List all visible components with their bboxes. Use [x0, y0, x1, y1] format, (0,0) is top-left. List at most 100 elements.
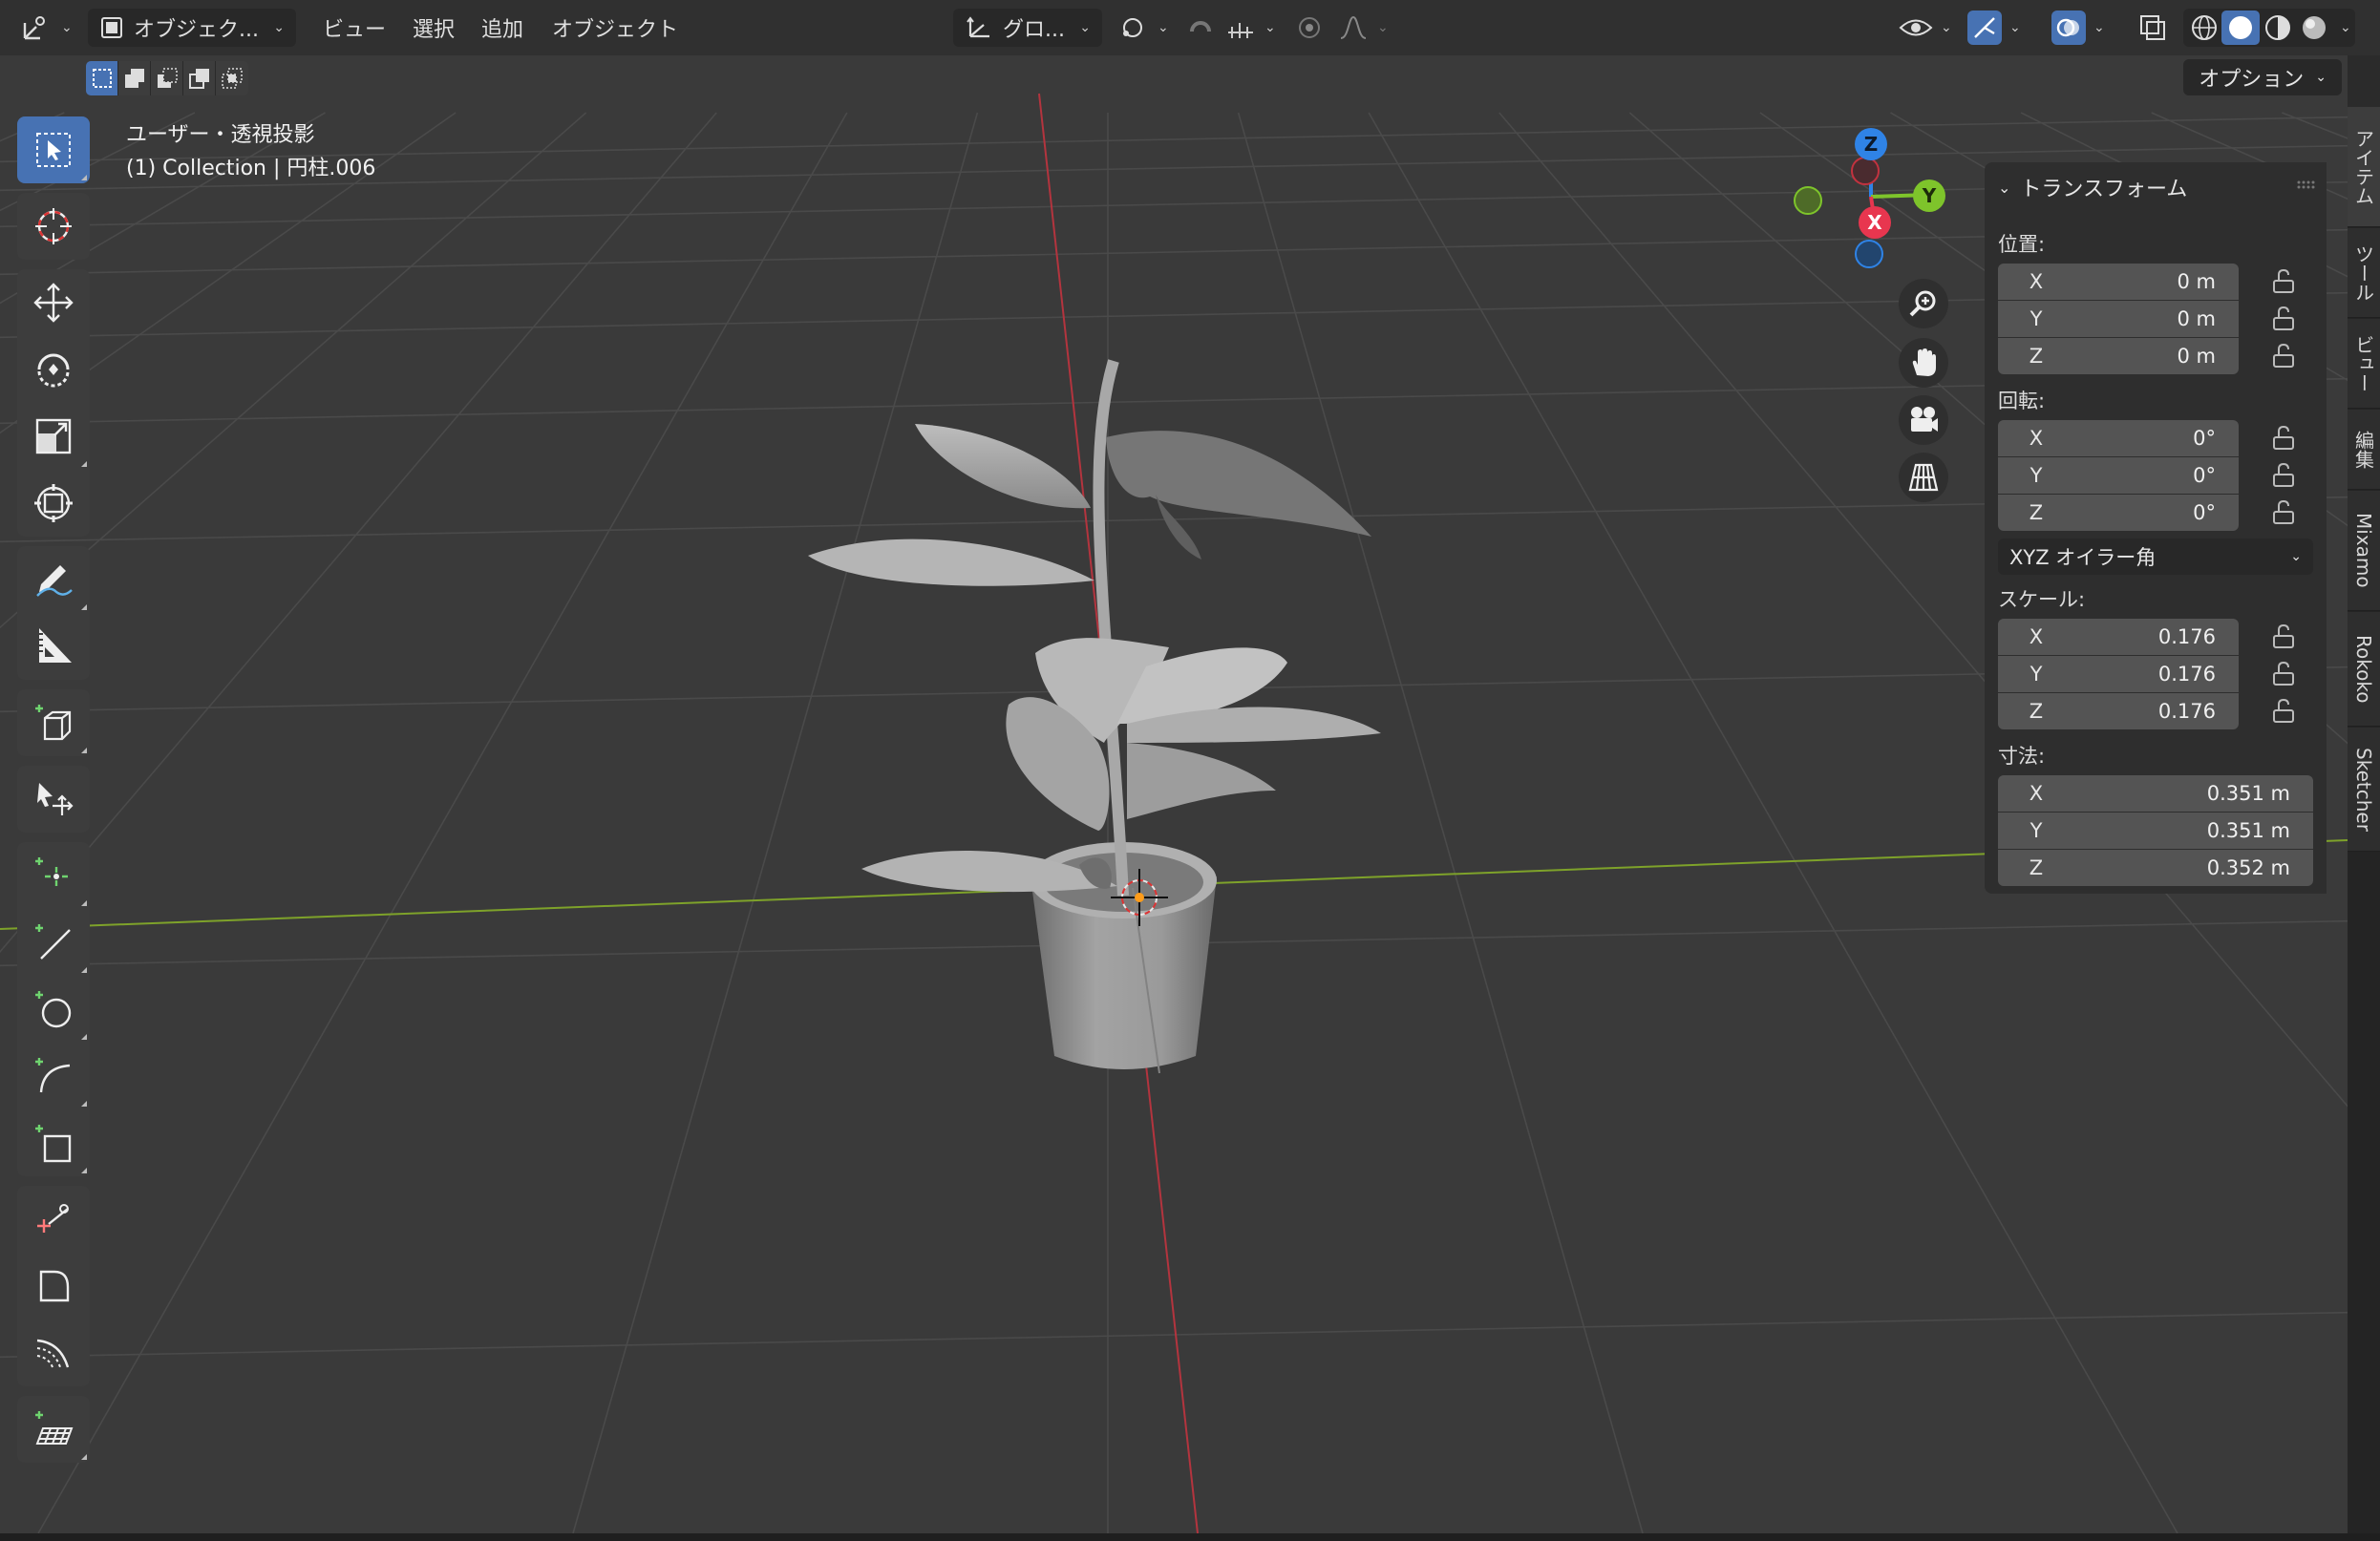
select-new-icon — [92, 69, 112, 88]
tab-tool[interactable]: ツール — [2348, 228, 2380, 318]
scale-z-field[interactable]: Z 0.176 — [1998, 693, 2239, 729]
transform-orientation-dropdown[interactable]: グロ... ⌄ — [953, 9, 1102, 47]
menu-view[interactable]: ビュー — [315, 10, 393, 46]
unlock-icon[interactable] — [2269, 623, 2298, 651]
select-intersect-button[interactable] — [216, 61, 248, 95]
select-extend-button[interactable] — [118, 61, 151, 95]
addon-tool-3[interactable] — [17, 1319, 90, 1386]
scale-y-field[interactable]: Y 0.176 — [1998, 656, 2239, 692]
add-arc-tool[interactable] — [17, 1043, 90, 1109]
tool-corner-icon — [39, 1270, 70, 1302]
add-vertex-tool[interactable] — [17, 842, 90, 909]
tab-mixamo[interactable]: Mixamo — [2348, 491, 2380, 611]
add-rectangle-tool[interactable] — [17, 1109, 90, 1176]
sidebar-tabs: アイテム ツール ビュー 編集 Mixamo Rokoko Sketcher — [2348, 107, 2380, 1539]
annotate-tool[interactable] — [17, 546, 90, 613]
dimensions-y-field[interactable]: Y 0.351 m — [1998, 813, 2313, 849]
tab-label: アイテム — [2351, 128, 2375, 205]
options-dropdown[interactable]: オプション ⌄ — [2183, 59, 2342, 95]
location-z-field[interactable]: Z 0 m — [1998, 338, 2239, 374]
addon-tool-1[interactable] — [17, 1186, 90, 1253]
add-grid-tool[interactable] — [17, 1396, 90, 1463]
tab-label: ビュー — [2351, 334, 2375, 392]
select-invert-button[interactable] — [183, 61, 216, 95]
addon-tool-2[interactable] — [17, 1253, 90, 1319]
location-y-field[interactable]: Y 0 m — [1998, 301, 2239, 337]
select-invert-icon — [188, 69, 209, 89]
3d-viewport[interactable]: Z Y X ユーザー・透視投影 (1) Collection | 円柱.006 — [0, 55, 2348, 1533]
mode-dropdown[interactable]: オブジェク... ⌄ — [88, 9, 296, 47]
eye-icon — [1899, 19, 1933, 36]
proportional-edit-toggle[interactable] — [1293, 9, 1326, 47]
unlock-icon[interactable] — [2269, 461, 2298, 490]
select-subtract-button[interactable] — [151, 61, 183, 95]
gizmo-z-axis[interactable]: Z — [1855, 128, 1887, 160]
gizmo-toggle[interactable]: ⌄ — [1967, 9, 2021, 47]
tool-wand-icon — [37, 1204, 69, 1233]
field-value: 0 m — [2177, 307, 2217, 330]
material-preview-icon[interactable] — [2260, 11, 2296, 45]
rotation-mode-value: XYZ オイラー角 — [2009, 546, 2157, 569]
tab-item[interactable]: アイテム — [2348, 107, 2380, 227]
rotation-z-field[interactable]: Z 0° — [1998, 495, 2239, 531]
projection-toggle-button[interactable] — [1899, 453, 1948, 502]
plant-model[interactable] — [808, 359, 1381, 1074]
menu-add[interactable]: 追加 — [474, 10, 531, 46]
xray-toggle[interactable] — [2137, 9, 2168, 47]
select-new-button[interactable] — [86, 61, 118, 95]
rotate-tool[interactable] — [17, 336, 90, 403]
measure-tool[interactable] — [17, 613, 90, 680]
tab-edit[interactable]: 編集 — [2348, 410, 2380, 490]
rotation-y-field[interactable]: Y 0° — [1998, 457, 2239, 494]
wireframe-shading-icon[interactable] — [2187, 11, 2221, 45]
falloff-curve-icon — [1340, 15, 1367, 39]
add-cube-tool[interactable] — [17, 689, 90, 756]
tab-rokoko[interactable]: Rokoko — [2348, 612, 2380, 727]
rotation-mode-dropdown[interactable]: XYZ オイラー角 ⌄ — [1998, 538, 2313, 575]
select-box-tool[interactable] — [17, 116, 90, 183]
unlock-icon[interactable] — [2269, 697, 2298, 726]
scale-tool[interactable] — [17, 403, 90, 470]
select-subtract-icon — [157, 68, 178, 88]
zoom-button[interactable] — [1899, 279, 1948, 328]
pivot-point-button[interactable]: ⌄ — [1117, 9, 1169, 47]
origin-tool[interactable] — [17, 766, 90, 833]
selection-mode-group — [86, 61, 248, 95]
unlock-icon[interactable] — [2269, 424, 2298, 453]
dimensions-z-field[interactable]: Z 0.352 m — [1998, 850, 2313, 886]
rotation-x-field[interactable]: X 0° — [1998, 420, 2239, 456]
transform-panel-header[interactable]: ⌄ トランスフォーム — [1998, 172, 2187, 202]
drag-handle-icon[interactable] — [2296, 179, 2317, 189]
gizmo-y-axis[interactable]: Y — [1913, 179, 1945, 212]
solid-shading-icon[interactable] — [2226, 13, 2255, 42]
unlock-icon[interactable] — [2269, 660, 2298, 688]
add-line-tool[interactable] — [17, 909, 90, 976]
location-x-field[interactable]: X 0 m — [1998, 264, 2239, 300]
menu-object[interactable]: オブジェクト — [544, 10, 686, 46]
unlock-icon[interactable] — [2269, 267, 2298, 296]
tab-view[interactable]: ビュー — [2348, 319, 2380, 409]
dimensions-x-field[interactable]: X 0.351 m — [1998, 775, 2313, 812]
overlay-toggle[interactable]: ⌄ — [2051, 9, 2105, 47]
proportional-falloff-button[interactable]: ⌄ — [1337, 9, 1389, 47]
navigation-gizmo[interactable] — [1794, 143, 1930, 268]
visibility-button[interactable]: ⌄ — [1899, 9, 1952, 47]
snap-toggle[interactable] — [1184, 9, 1217, 47]
tab-sketcher[interactable]: Sketcher — [2348, 728, 2380, 852]
unlock-icon[interactable] — [2269, 305, 2298, 333]
menu-select[interactable]: 選択 — [405, 10, 462, 46]
scale-x-field[interactable]: X 0.176 — [1998, 619, 2239, 655]
transform-tool[interactable] — [17, 470, 90, 537]
snap-target-button[interactable]: ⌄ — [1224, 9, 1276, 47]
editor-type-button[interactable]: ⌄ — [21, 9, 73, 47]
gizmo-x-axis[interactable]: X — [1859, 206, 1891, 239]
axis-label: Y — [2029, 307, 2043, 330]
camera-view-button[interactable] — [1899, 395, 1948, 445]
unlock-icon[interactable] — [2269, 498, 2298, 527]
cursor-tool[interactable] — [17, 193, 90, 260]
add-circle-tool[interactable] — [17, 976, 90, 1043]
unlock-icon[interactable] — [2269, 342, 2298, 370]
move-tool[interactable] — [17, 269, 90, 336]
rendered-shading-icon[interactable] — [2296, 11, 2332, 45]
pan-button[interactable] — [1899, 338, 1948, 388]
